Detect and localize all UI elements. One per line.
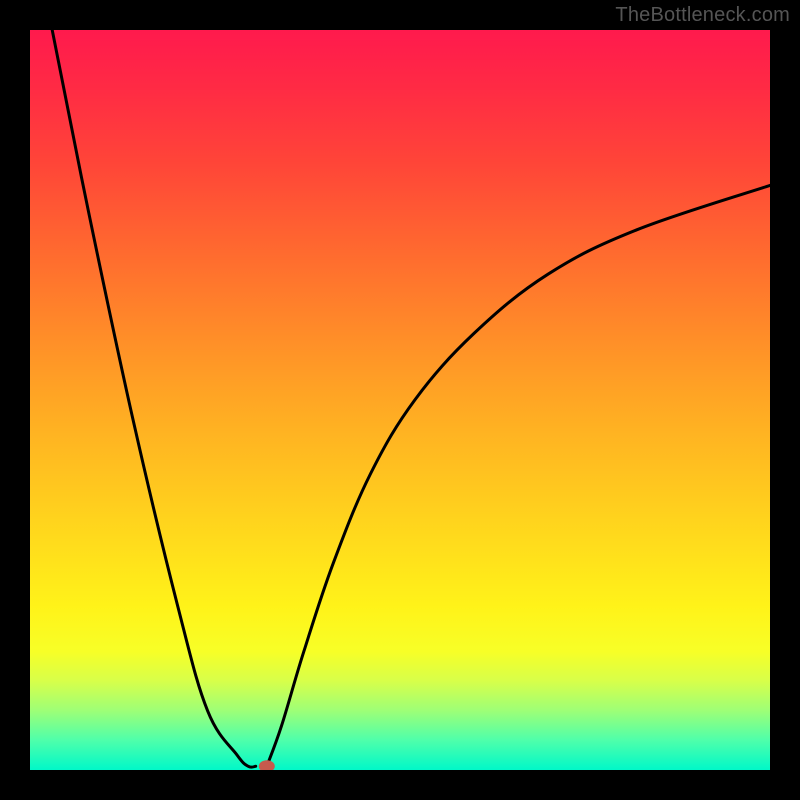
watermark-text: TheBottleneck.com (615, 4, 790, 27)
curve-left-segment (52, 30, 256, 767)
plot-area (30, 30, 770, 770)
chart-frame: TheBottleneck.com (0, 0, 800, 800)
curve-right-segment (267, 185, 770, 766)
chart-svg (30, 30, 770, 770)
minimum-marker (259, 760, 275, 770)
